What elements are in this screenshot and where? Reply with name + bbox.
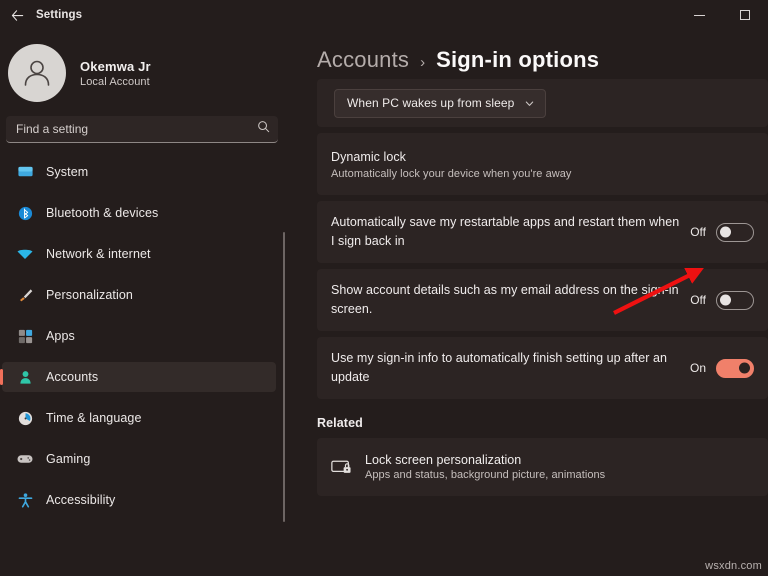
- setting-title: Show account details such as my email ad…: [331, 283, 679, 316]
- breadcrumb-separator-icon: ›: [420, 54, 426, 71]
- search-icon: [257, 120, 270, 138]
- setting-text: Dynamic lock Automatically lock your dev…: [331, 148, 754, 180]
- sidebar-item-label: Accounts: [46, 370, 99, 384]
- setting-text: Use my sign-in info to automatically fin…: [331, 349, 690, 387]
- avatar: [8, 44, 66, 102]
- search-input[interactable]: [6, 122, 278, 136]
- related-item-lock-screen[interactable]: Lock screen personalization Apps and sta…: [317, 438, 768, 496]
- sidebar-item-gaming[interactable]: Gaming: [2, 444, 276, 474]
- setting-title: Dynamic lock: [331, 150, 406, 165]
- title-bar: Settings: [0, 0, 768, 30]
- sidebar-item-system[interactable]: System: [2, 157, 276, 187]
- require-signin-dropdown[interactable]: When PC wakes up from sleep: [334, 88, 547, 118]
- sidebar-item-accessibility[interactable]: Accessibility: [2, 485, 276, 515]
- use-signin-info-toggle[interactable]: [716, 358, 754, 378]
- lock-screen-icon: [331, 456, 365, 479]
- setting-row-show-account-details[interactable]: Show account details such as my email ad…: [317, 269, 768, 331]
- profile-text: Okemwa Jr Local Account: [80, 59, 151, 88]
- gamepad-icon: [12, 450, 38, 468]
- user-profile[interactable]: Okemwa Jr Local Account: [0, 30, 290, 102]
- toggle-state-label: Off: [690, 225, 706, 239]
- setting-text: Show account details such as my email ad…: [331, 281, 690, 319]
- related-text: Lock screen personalization Apps and sta…: [365, 453, 605, 481]
- show-account-details-toggle[interactable]: [716, 290, 754, 310]
- main-content: Accounts › Sign-in options When PC wakes…: [290, 30, 768, 576]
- dropdown-value: When PC wakes up from sleep: [347, 96, 515, 110]
- apps-icon: [12, 328, 38, 345]
- sidebar-item-personalization[interactable]: Personalization: [2, 280, 276, 310]
- setting-row-dynamic-lock[interactable]: Dynamic lock Automatically lock your dev…: [317, 133, 768, 195]
- profile-account-type: Local Account: [80, 75, 150, 88]
- setting-row-use-signin-info[interactable]: Use my sign-in info to automatically fin…: [317, 337, 768, 399]
- page-title: Sign-in options: [436, 47, 600, 72]
- sidebar-item-label: System: [46, 165, 89, 179]
- minimize-icon: [693, 14, 705, 16]
- setting-row-restartable-apps[interactable]: Automatically save my restartable apps a…: [317, 201, 768, 263]
- minimize-button[interactable]: [676, 0, 722, 30]
- sidebar-item-time-language[interactable]: Time & language: [2, 403, 276, 433]
- clock-icon: [12, 410, 38, 427]
- settings-window: Settings Okemwa Jr Local Account Find a …: [0, 0, 768, 576]
- setting-subtitle: Automatically lock your device when you'…: [331, 167, 572, 180]
- search-box[interactable]: [6, 116, 278, 143]
- require-signin-card: When PC wakes up from sleep: [317, 79, 768, 127]
- related-heading: Related: [317, 416, 363, 430]
- related-subtitle: Apps and status, background picture, ani…: [365, 469, 606, 481]
- toggle-state-label: Off: [690, 293, 706, 307]
- breadcrumb: Accounts › Sign-in options: [290, 30, 768, 73]
- sidebar-item-label: Bluetooth & devices: [46, 206, 159, 220]
- sidebar-item-accounts[interactable]: Accounts: [2, 362, 276, 392]
- toggle-knob: [739, 362, 750, 374]
- wifi-icon: [12, 245, 38, 263]
- back-button[interactable]: [0, 0, 34, 30]
- system-icon: [12, 164, 38, 181]
- sidebar-item-label: Personalization: [46, 288, 133, 302]
- toggle-group: On: [689, 358, 754, 378]
- sidebar-item-label: Gaming: [46, 452, 91, 466]
- maximize-icon: [740, 10, 750, 20]
- restartable-apps-toggle[interactable]: [716, 222, 754, 242]
- sidebar-nav: System Bluetooth & devices Network & int…: [0, 157, 290, 515]
- setting-text: Automatically save my restartable apps a…: [331, 213, 690, 251]
- setting-title: Use my sign-in info to automatically fin…: [331, 351, 667, 384]
- sidebar-item-label: Network & internet: [46, 247, 151, 261]
- sidebar-item-label: Apps: [46, 329, 75, 343]
- sidebar-scrollbar[interactable]: [283, 232, 285, 522]
- sidebar-item-network-internet[interactable]: Network & internet: [2, 239, 276, 269]
- sidebar-item-apps[interactable]: Apps: [2, 321, 276, 351]
- breadcrumb-parent[interactable]: Accounts: [317, 47, 409, 73]
- chevron-down-icon: [524, 98, 535, 109]
- sidebar: Okemwa Jr Local Account Find a setting S…: [0, 30, 290, 576]
- paintbrush-icon: [12, 287, 38, 304]
- toggle-knob: [720, 294, 731, 306]
- search-container: [0, 102, 290, 143]
- toggle-group: Off: [690, 290, 754, 310]
- sidebar-item-bluetooth-devices[interactable]: Bluetooth & devices: [2, 198, 276, 228]
- window-title: Settings: [36, 9, 83, 21]
- accounts-person-icon: [12, 369, 38, 386]
- toggle-knob: [720, 226, 731, 238]
- maximize-button[interactable]: [722, 0, 768, 30]
- accessibility-icon: [12, 492, 38, 509]
- profile-name: Okemwa Jr: [80, 58, 151, 74]
- sidebar-item-label: Time & language: [46, 411, 142, 425]
- related-title: Lock screen personalization: [365, 453, 522, 467]
- setting-title: Automatically save my restartable apps a…: [331, 215, 680, 248]
- sidebar-item-label: Accessibility: [46, 493, 116, 507]
- toggle-group: Off: [690, 222, 754, 242]
- toggle-state-label: On: [689, 361, 706, 375]
- bluetooth-icon: [12, 205, 38, 222]
- watermark: wsxdn.com: [705, 560, 762, 572]
- window-controls: [676, 0, 768, 30]
